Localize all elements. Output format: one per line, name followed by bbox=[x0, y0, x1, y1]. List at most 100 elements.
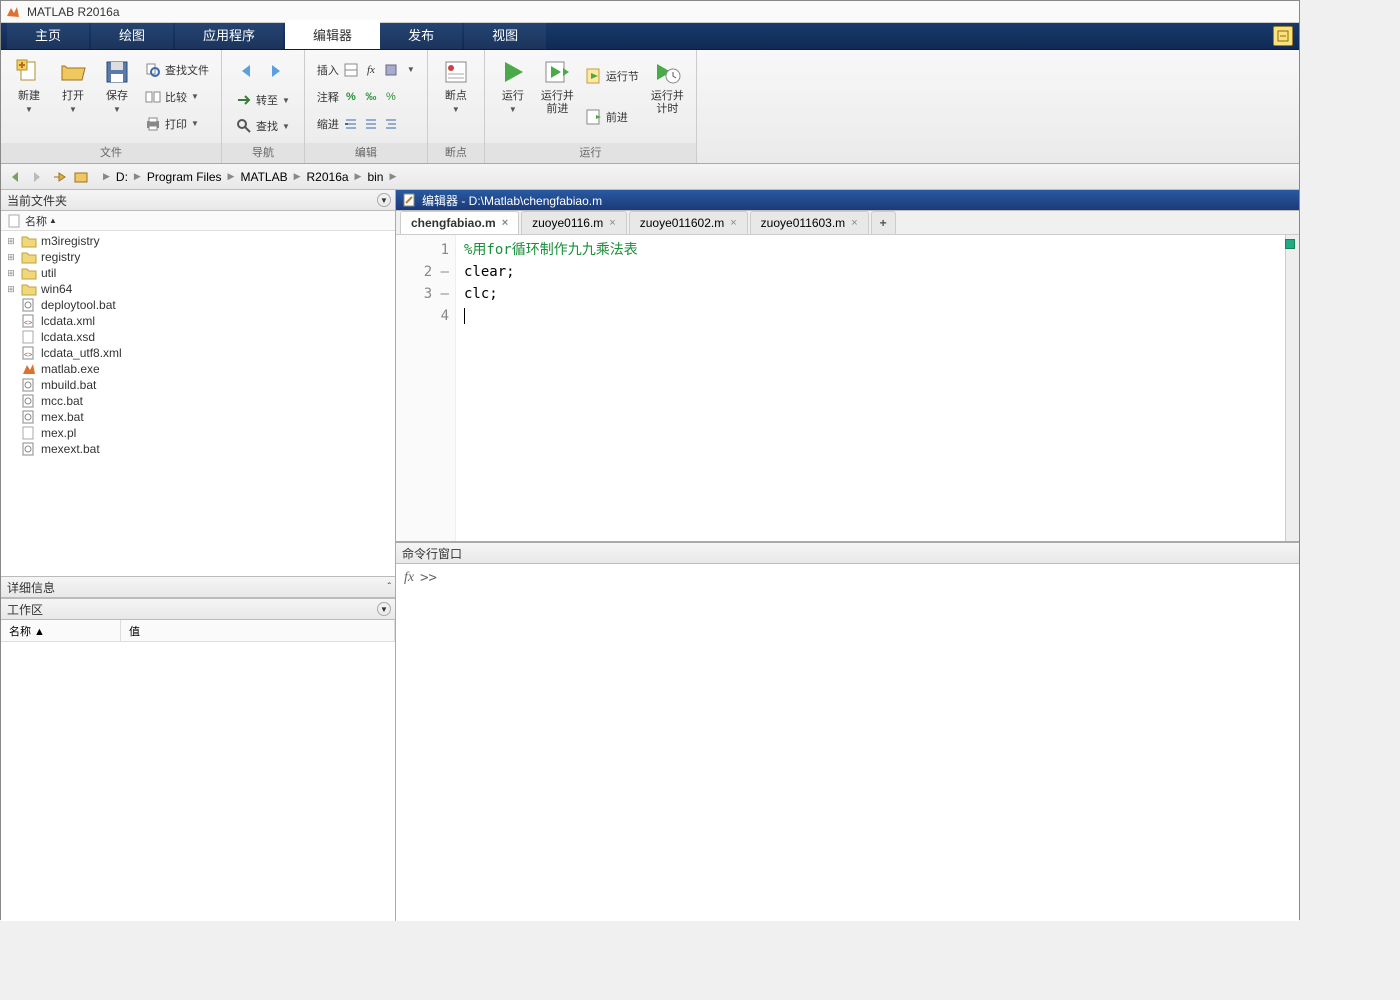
file-tree-row[interactable]: lcdata.xsd bbox=[3, 329, 393, 345]
workspace-panel: 工作区 ▼ 名称 ▲ 值 bbox=[1, 598, 395, 921]
editor-add-tab-button[interactable]: + bbox=[871, 211, 896, 234]
details-panel-header[interactable]: 详细信息 ˆ bbox=[1, 576, 395, 598]
file-tree-row[interactable]: mexext.bat bbox=[3, 441, 393, 457]
collapse-up-icon[interactable]: ˆ bbox=[388, 582, 391, 593]
expand-toggle-icon[interactable]: ⊞ bbox=[5, 236, 17, 247]
editor-code[interactable]: %用for循环制作九九乘法表clear;clc; bbox=[456, 235, 1285, 541]
file-name: mex.pl bbox=[41, 426, 76, 440]
folder-icon bbox=[21, 250, 37, 264]
group-label-edit: 编辑 bbox=[305, 143, 427, 163]
file-tree-row[interactable]: mex.bat bbox=[3, 409, 393, 425]
tab-view[interactable]: 视图 bbox=[464, 20, 546, 49]
addr-browse-button[interactable] bbox=[71, 167, 91, 187]
group-label-run: 运行 bbox=[485, 143, 696, 163]
expand-toggle-icon[interactable]: ⊞ bbox=[5, 268, 17, 279]
comment-remove-icon: ‰ bbox=[363, 89, 379, 105]
file-name: mex.bat bbox=[41, 410, 84, 424]
path-seg[interactable]: MATLAB bbox=[236, 168, 291, 186]
print-button[interactable]: 打印▼ bbox=[141, 114, 213, 134]
file-icon bbox=[21, 442, 37, 456]
breakpoints-button[interactable]: 断点▼ bbox=[434, 54, 478, 139]
expand-toggle-icon[interactable]: ⊞ bbox=[5, 284, 17, 295]
workspace-columns[interactable]: 名称 ▲ 值 bbox=[1, 620, 395, 642]
find-files-button[interactable]: 查找文件 bbox=[141, 60, 213, 80]
file-tree-row[interactable]: mcc.bat bbox=[3, 393, 393, 409]
close-icon[interactable]: × bbox=[851, 217, 857, 229]
file-name: lcdata.xsd bbox=[41, 330, 95, 344]
addr-forward-button[interactable] bbox=[27, 167, 47, 187]
toolstrip-minimize-button[interactable] bbox=[1273, 26, 1293, 46]
nav-fwd-button[interactable] bbox=[262, 61, 290, 81]
edit-doc-icon bbox=[402, 193, 416, 207]
tab-publish[interactable]: 发布 bbox=[380, 20, 462, 49]
editor-tab[interactable]: zuoye0116.m× bbox=[521, 211, 627, 234]
file-tree-row[interactable]: mbuild.bat bbox=[3, 377, 393, 393]
new-file-icon bbox=[15, 58, 43, 86]
find-button[interactable]: 查找▼ bbox=[232, 116, 294, 136]
toolstrip-group-run: 运行▼ 运行并 前进 运行节 前进 运行并 计时 运行 bbox=[485, 50, 697, 163]
panel-menu-icon[interactable]: ▼ bbox=[377, 193, 391, 207]
editor-tab[interactable]: chengfabiao.m× bbox=[400, 211, 519, 234]
tab-editor[interactable]: 编辑器 bbox=[285, 20, 380, 49]
compare-button[interactable]: 比较▼ bbox=[141, 87, 213, 107]
cf-column-header[interactable]: 名称▲ bbox=[1, 211, 395, 231]
current-folder-header[interactable]: 当前文件夹 ▼ bbox=[1, 190, 395, 211]
expand-toggle-icon[interactable]: ⊞ bbox=[5, 252, 17, 263]
close-icon[interactable]: × bbox=[730, 217, 736, 229]
editor-tab[interactable]: zuoye011602.m× bbox=[629, 211, 748, 234]
file-tree-row[interactable]: matlab.exe bbox=[3, 361, 393, 377]
file-tree-row[interactable]: ⊞util bbox=[3, 265, 393, 281]
indent-left-icon bbox=[363, 116, 379, 132]
close-icon[interactable]: × bbox=[502, 217, 508, 229]
ws-col-value[interactable]: 值 bbox=[121, 620, 395, 641]
comment-button[interactable]: 注释 % ‰ % bbox=[313, 87, 419, 107]
run-advance-button[interactable]: 运行并 前进 bbox=[535, 54, 580, 139]
addr-back-button[interactable] bbox=[5, 167, 25, 187]
workspace-header[interactable]: 工作区 ▼ bbox=[1, 599, 395, 620]
file-tree-row[interactable]: ⊞registry bbox=[3, 249, 393, 265]
file-tree-row[interactable]: <>lcdata.xml bbox=[3, 313, 393, 329]
command-prompt: >> bbox=[420, 570, 437, 915]
run-button[interactable]: 运行▼ bbox=[491, 54, 535, 139]
file-tree-row[interactable]: <>lcdata_utf8.xml bbox=[3, 345, 393, 361]
file-icon bbox=[21, 410, 37, 424]
command-window-header[interactable]: 命令行窗口 bbox=[396, 543, 1299, 564]
ws-col-name[interactable]: 名称 ▲ bbox=[1, 620, 121, 641]
indent-right-icon bbox=[343, 116, 359, 132]
indent-button[interactable]: 缩进 bbox=[313, 114, 419, 134]
file-icon bbox=[21, 394, 37, 408]
file-tree-row[interactable]: ⊞win64 bbox=[3, 281, 393, 297]
file-tree-row[interactable]: ⊞m3iregistry bbox=[3, 233, 393, 249]
address-path[interactable]: ▶ D:▶ Program Files▶ MATLAB▶ R2016a▶ bin… bbox=[93, 168, 398, 186]
tab-plots[interactable]: 绘图 bbox=[91, 20, 173, 49]
open-button[interactable]: 打开▼ bbox=[51, 54, 95, 139]
file-tree-row[interactable]: mex.pl bbox=[3, 425, 393, 441]
new-button[interactable]: 新建▼ bbox=[7, 54, 51, 139]
advance-button[interactable]: 前进 bbox=[582, 107, 643, 127]
file-tree-row[interactable]: deploytool.bat bbox=[3, 297, 393, 313]
save-button[interactable]: 保存▼ bbox=[95, 54, 139, 139]
run-time-button[interactable]: 运行并 计时 bbox=[645, 54, 690, 139]
chevron-down-icon: ▼ bbox=[509, 105, 517, 114]
fx-icon[interactable]: fx bbox=[404, 570, 414, 915]
editor-body[interactable]: 12 —3 —4 %用for循环制作九九乘法表clear;clc; bbox=[396, 235, 1299, 541]
nav-back-button[interactable] bbox=[232, 61, 260, 81]
save-disk-icon bbox=[103, 58, 131, 86]
main-tab-bar: 主页 绘图 应用程序 编辑器 发布 视图 bbox=[1, 23, 1299, 50]
path-seg[interactable]: bin bbox=[363, 168, 387, 186]
panel-menu-icon[interactable]: ▼ bbox=[377, 602, 391, 616]
run-section-button[interactable]: 运行节 bbox=[582, 66, 643, 86]
close-icon[interactable]: × bbox=[609, 217, 615, 229]
path-seg[interactable]: Program Files bbox=[143, 168, 226, 186]
editor-tab[interactable]: zuoye011603.m× bbox=[750, 211, 869, 234]
insert-button[interactable]: 插入 fx ▼ bbox=[313, 60, 419, 80]
tab-home[interactable]: 主页 bbox=[7, 20, 89, 49]
addr-up-button[interactable] bbox=[49, 167, 69, 187]
compare-icon bbox=[145, 89, 161, 105]
editor-header[interactable]: 编辑器 - D:\Matlab\chengfabiao.m bbox=[396, 190, 1299, 211]
goto-button[interactable]: 转至▼ bbox=[232, 90, 294, 110]
path-seg[interactable]: R2016a bbox=[303, 168, 353, 186]
path-seg[interactable]: D: bbox=[112, 168, 132, 186]
tab-apps[interactable]: 应用程序 bbox=[175, 20, 283, 49]
command-window-body[interactable]: fx >> bbox=[396, 564, 1299, 921]
